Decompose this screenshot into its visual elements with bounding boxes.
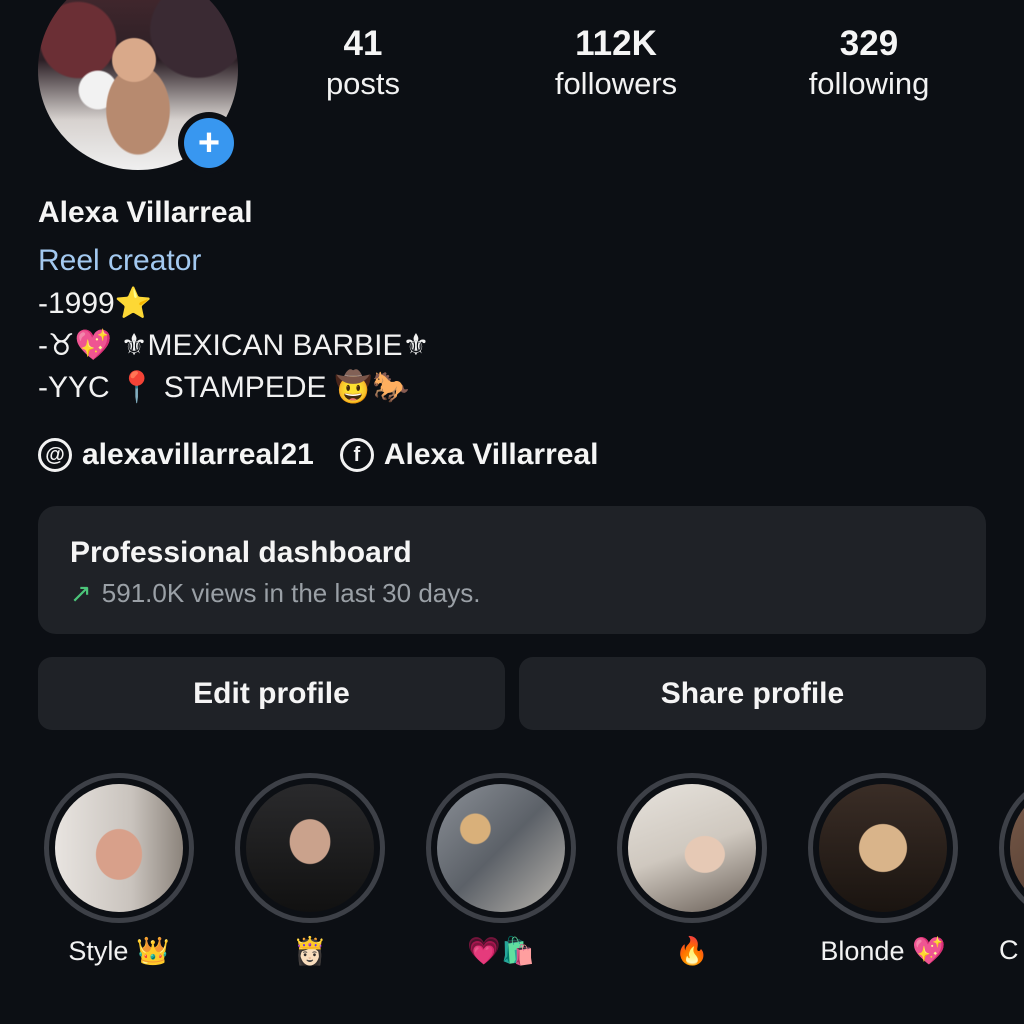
edit-profile-button[interactable]: Edit profile: [38, 657, 505, 730]
highlight-ring: [426, 773, 576, 923]
profile-avatar-container[interactable]: +: [38, 0, 240, 174]
bio-line: -♉💖 ⚜MEXICAN BARBIE⚜: [38, 329, 430, 362]
bio-line: -YYC 📍 STAMPEDE 🤠🐎: [38, 371, 410, 404]
highlight-ring: [999, 773, 1024, 923]
followers-label: followers: [554, 66, 678, 101]
highlight-ring: [808, 773, 958, 923]
story-highlight[interactable]: Blonde 💖: [808, 773, 958, 967]
dashboard-title: Professional dashboard: [70, 536, 412, 569]
highlight-cover: [55, 784, 183, 912]
facebook-icon: f: [339, 438, 374, 472]
followers-stat[interactable]: 112K followers: [516, 24, 716, 102]
highlight-caption: C: [999, 935, 1019, 965]
story-highlight[interactable]: 🔥: [617, 773, 767, 967]
facebook-name: Alexa Villarreal: [383, 438, 599, 471]
highlight-cover: [246, 784, 374, 912]
threads-handle: alexavillarreal21: [82, 438, 314, 471]
story-highlight[interactable]: C: [999, 773, 1024, 966]
followers-count: 112K: [575, 24, 657, 63]
profile-name: Alexa Villarreal: [38, 196, 253, 229]
highlight-ring: [235, 773, 385, 923]
following-label: following: [808, 66, 930, 101]
profile-category: Reel creator: [38, 244, 202, 277]
trend-up-icon: ↗: [70, 578, 92, 608]
highlight-caption: Blonde 💖: [820, 936, 946, 966]
story-highlight[interactable]: 👸🏻: [235, 773, 385, 967]
posts-label: posts: [325, 66, 401, 101]
highlight-ring: [44, 773, 194, 923]
following-stat[interactable]: 329 following: [769, 24, 969, 102]
highlight-cover: [437, 784, 565, 912]
dashboard-subtitle: 591.0K views in the last 30 days.: [101, 578, 481, 608]
following-count: 329: [839, 24, 899, 63]
highlight-caption: 💗🛍️: [467, 936, 535, 966]
highlight-caption: 🔥: [675, 936, 709, 966]
highlight-caption: Style 👑: [68, 936, 170, 966]
posts-stat[interactable]: 41 posts: [263, 24, 463, 102]
highlight-ring: [617, 773, 767, 923]
highlight-caption: 👸🏻: [293, 936, 327, 966]
share-profile-button[interactable]: Share profile: [519, 657, 986, 730]
profile-links: @ alexavillarreal21 f Alexa Villarreal: [38, 438, 624, 472]
facebook-link[interactable]: f Alexa Villarreal: [339, 438, 599, 472]
posts-count: 41: [343, 24, 383, 63]
threads-icon: @: [38, 438, 72, 472]
add-story-button[interactable]: +: [178, 112, 240, 174]
highlight-cover: [819, 784, 947, 912]
story-highlight[interactable]: Style 👑: [44, 773, 194, 967]
threads-link[interactable]: @ alexavillarreal21: [38, 438, 314, 472]
plus-icon: +: [184, 118, 234, 168]
highlight-cover: [628, 784, 756, 912]
bio-line: -1999⭐: [38, 287, 153, 320]
story-highlight[interactable]: 💗🛍️: [426, 773, 576, 967]
professional-dashboard-card[interactable]: Professional dashboard ↗ 591.0K views in…: [38, 506, 986, 634]
dashboard-subtitle-row: ↗ 591.0K views in the last 30 days.: [70, 578, 954, 609]
highlight-cover: [1010, 784, 1024, 912]
